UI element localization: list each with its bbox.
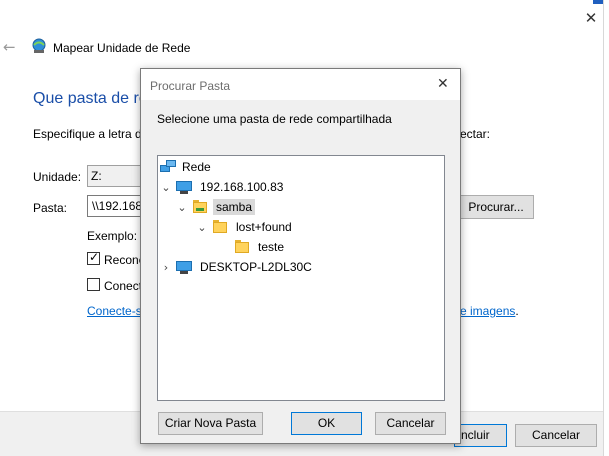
tree-label-lost-found: lost+found [236,220,292,234]
tree-label-teste: teste [258,240,285,254]
wizard-cancel-button[interactable]: Cancelar [515,424,597,447]
tree-item-host1[interactable]: ⌄ 192.168.100.83 [160,177,286,197]
example-text: Exemplo: \ [87,229,144,243]
drive-label: Unidade: [33,170,82,184]
dialog-prompt: Selecione uma pasta de rede compartilhad… [157,112,392,126]
folder-icon [212,220,230,234]
chevron-down-icon[interactable]: ⌄ [160,181,172,194]
back-arrow-icon[interactable]: ← [3,38,16,56]
connect-website-link[interactable]: Conecte-s [87,304,142,318]
dialog-title: Procurar Pasta [150,79,231,93]
folder-label: Pasta: [33,201,68,215]
page-heading: Que pasta de re [33,90,148,107]
folder-icon [234,240,252,254]
drive-select[interactable]: Z: [87,165,147,187]
computer-icon [176,180,194,194]
browse-folder-dialog: Procurar Pasta ✕ Selecione uma pasta de … [140,68,461,444]
tree-item-teste[interactable]: teste [234,237,287,257]
folder-path-input[interactable]: \\192.168 [87,195,147,217]
chevron-right-icon[interactable]: › [160,261,172,274]
images-link-tail: . [515,304,519,318]
images-link[interactable]: e imagens [460,304,515,318]
chevron-down-icon[interactable]: ⌄ [176,201,188,214]
instruction-text-tail: ectar: [460,127,491,141]
tree-item-network[interactable]: Rede [160,157,214,177]
tree-label-network: Rede [182,160,211,174]
finish-button[interactable]: ncluir [454,424,507,447]
browse-button[interactable]: Procurar... [458,195,534,219]
ok-button[interactable]: OK [291,412,362,435]
credentials-checkbox[interactable] [87,278,100,291]
checkmark-icon: ✓ [89,250,100,264]
window-title: Mapear Unidade de Rede [53,41,191,55]
instruction-text: Especifique a letra de [33,127,149,141]
computer-icon [176,260,194,274]
folder-tree[interactable]: Rede ⌄ 192.168.100.83 ⌄ samba ⌄ lost+fou… [157,155,445,401]
tree-item-lost-found[interactable]: ⌄ lost+found [196,217,295,237]
tree-label-samba: samba [213,199,256,215]
taskbar-accent [593,0,603,4]
chevron-down-icon[interactable]: ⌄ [196,221,208,234]
window-right-edge [603,0,609,456]
network-icon [160,160,178,174]
cancel-button[interactable]: Cancelar [375,412,446,435]
tree-label-host1: 192.168.100.83 [200,180,284,194]
images-link-line: e imagens. [460,304,519,318]
new-folder-button[interactable]: Criar Nova Pasta [158,412,263,435]
window-top-edge [0,0,609,8]
shared-folder-icon [192,200,210,214]
dialog-titlebar: Procurar Pasta ✕ [141,69,460,100]
reconnect-checkbox[interactable]: ✓ [87,250,100,265]
tree-item-samba[interactable]: ⌄ samba [176,197,256,217]
close-icon[interactable]: ✕ [583,10,599,26]
tree-item-host2[interactable]: › DESKTOP-L2DL30C [160,257,315,277]
tree-label-host2: DESKTOP-L2DL30C [200,260,312,274]
credentials-label: Conect [104,279,143,293]
network-drive-icon [32,38,46,53]
close-icon[interactable]: ✕ [437,76,449,92]
